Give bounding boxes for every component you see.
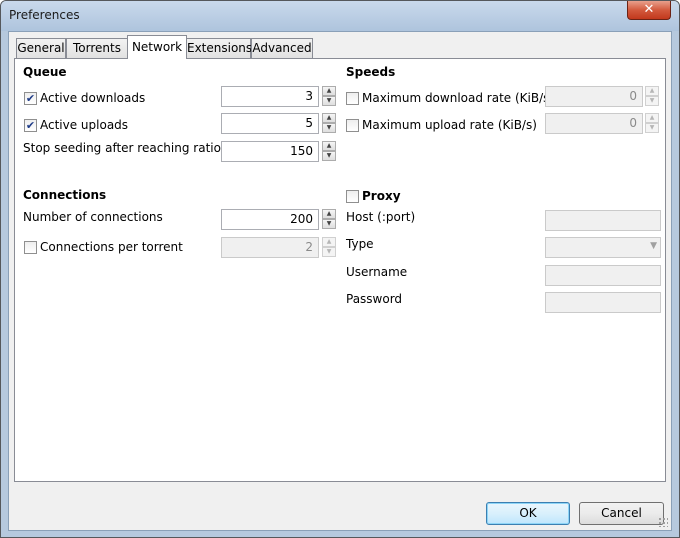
spin-down-icon[interactable]: ▼ [322, 123, 336, 133]
tab-advanced[interactable]: Advanced [251, 38, 313, 58]
resize-grip-icon[interactable] [658, 517, 668, 527]
speeds-heading: Speeds [346, 65, 396, 79]
stop-seeding-label: Stop seeding after reaching ratio (%) [23, 141, 246, 155]
proxy-checkbox[interactable] [346, 190, 359, 203]
connections-heading: Connections [23, 188, 107, 202]
active-uploads-checkbox[interactable]: ✔ [24, 119, 37, 132]
spin-up-icon[interactable]: ▲ [322, 86, 336, 96]
proxy-type-label: Type [346, 237, 374, 251]
title-bar[interactable]: Preferences ✕ [1, 1, 679, 31]
checkmark-icon: ✔ [25, 119, 36, 132]
max-upload-input[interactable]: 0 [545, 113, 643, 134]
connections-per-torrent-input[interactable]: 2 [221, 237, 319, 258]
tab-torrents[interactable]: Torrents [66, 38, 128, 58]
host-port-input[interactable] [545, 210, 661, 231]
close-icon: ✕ [643, 2, 655, 17]
spin-up-icon[interactable]: ▲ [322, 141, 336, 151]
host-port-label: Host (:port) [346, 210, 416, 224]
spin-down-icon[interactable]: ▼ [645, 123, 659, 133]
spin-up-icon[interactable]: ▲ [322, 113, 336, 123]
active-uploads-label: Active uploads [40, 118, 129, 132]
password-input[interactable] [545, 292, 661, 313]
tab-network[interactable]: Network [127, 35, 187, 59]
dialog-client-area: General Torrents Network Extensions Adva… [8, 31, 672, 531]
max-download-checkbox[interactable] [346, 92, 359, 105]
spin-down-icon[interactable]: ▼ [322, 219, 336, 229]
close-button[interactable]: ✕ [627, 1, 671, 20]
active-downloads-checkbox[interactable]: ✔ [24, 92, 37, 105]
max-upload-checkbox[interactable] [346, 119, 359, 132]
connections-per-torrent-label: Connections per torrent [40, 240, 183, 254]
max-upload-label: Maximum upload rate (KiB/s) [362, 118, 537, 132]
max-download-input[interactable]: 0 [545, 86, 643, 107]
spin-up-icon[interactable]: ▲ [645, 86, 659, 96]
preferences-window: Preferences ✕ General Torrents Network E… [0, 0, 680, 538]
spin-down-icon[interactable]: ▼ [322, 247, 336, 257]
spin-up-icon[interactable]: ▲ [322, 209, 336, 219]
number-of-connections-input[interactable]: 200 [221, 209, 319, 230]
network-tab-panel: Queue ✔ Active downloads 3 ▲ ▼ ✔ Active … [14, 58, 666, 482]
connections-per-torrent-checkbox[interactable] [24, 241, 37, 254]
window-title: Preferences [9, 8, 80, 22]
checkmark-icon: ✔ [25, 92, 36, 105]
chevron-down-icon: ▼ [650, 241, 657, 251]
spin-down-icon[interactable]: ▼ [322, 96, 336, 106]
spin-up-icon[interactable]: ▲ [645, 113, 659, 123]
username-input[interactable] [545, 265, 661, 286]
spin-up-icon[interactable]: ▲ [322, 237, 336, 247]
active-downloads-label: Active downloads [40, 91, 146, 105]
cancel-button[interactable]: Cancel [579, 502, 664, 525]
proxy-label: Proxy [362, 189, 401, 203]
stop-seeding-input[interactable]: 150 [221, 141, 319, 162]
active-downloads-input[interactable]: 3 [221, 86, 319, 107]
password-label: Password [346, 292, 403, 306]
ok-button[interactable]: OK [486, 502, 570, 525]
username-label: Username [346, 265, 408, 279]
number-of-connections-label: Number of connections [23, 210, 163, 224]
spin-down-icon[interactable]: ▼ [645, 96, 659, 106]
spin-down-icon[interactable]: ▼ [322, 151, 336, 161]
max-download-label: Maximum download rate (KiB/s) [362, 91, 555, 105]
tab-general[interactable]: General [16, 38, 66, 58]
proxy-type-select[interactable]: ▼ [545, 237, 661, 258]
queue-heading: Queue [23, 65, 67, 79]
active-uploads-input[interactable]: 5 [221, 113, 319, 134]
tab-extensions[interactable]: Extensions [186, 38, 252, 58]
